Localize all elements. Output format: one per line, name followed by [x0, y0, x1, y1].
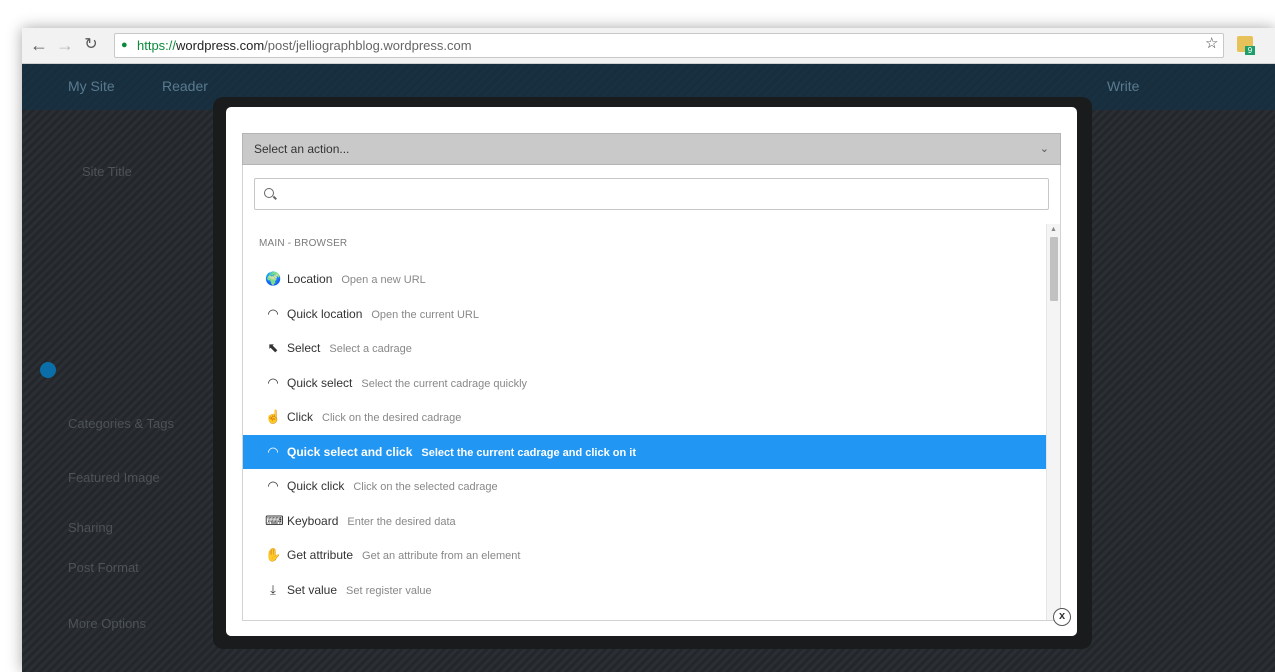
globe-icon: 🌍 — [265, 271, 282, 286]
more-options-item[interactable]: More Options — [68, 616, 146, 631]
address-url: https://wordpress.com/post/jelliographbl… — [137, 34, 472, 57]
action-description: Select the current cadrage and click on … — [421, 446, 636, 459]
featured-image-item[interactable]: Featured Image — [68, 470, 160, 485]
close-button[interactable]: x — [1053, 608, 1071, 626]
search-icon — [264, 188, 274, 198]
action-name: Keyboard — [287, 513, 339, 528]
info-icon — [40, 362, 56, 378]
action-option[interactable]: ☝ Click Click on the desired cadrage — [243, 400, 1046, 434]
lock-icon: ● — [121, 39, 128, 51]
keyboard-icon: ⌨ — [265, 512, 284, 528]
sharing-item[interactable]: Sharing — [68, 520, 113, 535]
action-option[interactable]: ◠ Quick click Click on the selected cadrag… — [243, 469, 1046, 503]
action-name: Quick click — [287, 479, 345, 493]
action-option-text: Get attribute Get an attribute from an el… — [287, 538, 520, 573]
action-option[interactable]: ⬉ Select Select a cadrage — [243, 331, 1046, 365]
action-name: Quick select and click — [287, 444, 413, 459]
chevron-down-icon: ⌄ — [1039, 143, 1049, 155]
action-option-text: Quick click Click on the selected cadrage — [287, 469, 498, 504]
action-option-text: Location Open a new URL — [287, 262, 426, 297]
extension-badge: 9 — [1245, 46, 1255, 55]
action-option-text: Quick select Select the current cadrage q… — [287, 366, 527, 401]
site-title: Site Title — [82, 164, 132, 179]
url-scheme: https:// — [137, 38, 177, 53]
download-icon: ⤓ — [270, 581, 276, 597]
action-description: Enter the desired data — [347, 515, 456, 528]
action-option[interactable]: ⤓ Set value Set register value — [243, 573, 1046, 607]
action-search[interactable] — [254, 178, 1049, 210]
speedometer-icon: ◠ — [267, 443, 279, 459]
action-option-text: Keyboard Enter the desired data — [287, 504, 456, 539]
scrollbar-thumb[interactable] — [1050, 237, 1058, 301]
speedometer-icon: ◠ — [267, 305, 279, 321]
action-description: Click on the desired cadrage — [322, 412, 462, 424]
action-name: Location — [287, 272, 333, 286]
bookmark-star-icon[interactable]: ☆ — [1205, 34, 1218, 52]
browser-window: ← → ↻ ● https://wordpress.com/post/jelli… — [22, 28, 1275, 672]
action-option-text: Quick select and click Select the current… — [287, 435, 636, 470]
action-option-text: Quick location Open the current URL — [287, 297, 479, 332]
scrollbar[interactable]: ▲ — [1046, 224, 1060, 620]
my-site-link[interactable]: My Site — [68, 78, 115, 94]
search-input[interactable] — [281, 183, 1045, 207]
action-option[interactable]: ◠ Quick select and click Select the curren… — [243, 434, 1046, 470]
action-name: Quick location — [287, 306, 363, 321]
cursor-select-icon: ⬉ — [267, 340, 279, 355]
categories-tags-item[interactable]: Categories & Tags — [68, 416, 174, 431]
hand-grab-icon: ✋ — [265, 547, 282, 562]
action-description: Open the current URL — [371, 308, 479, 321]
scroll-up-icon[interactable]: ▲ — [1050, 226, 1057, 233]
action-description: Get an attribute from an element — [362, 550, 521, 562]
url-path: /post/jelliographblog.wordpress.com — [264, 38, 472, 53]
action-option[interactable]: ◠ Quick select Select the current cadrage … — [243, 366, 1046, 400]
action-option-text: Select Select a cadrage — [287, 331, 412, 366]
hand-click-icon: ☝ — [265, 409, 282, 424]
action-description: Open a new URL — [341, 274, 426, 286]
action-description: Click on the selected cadrage — [353, 481, 498, 493]
write-button[interactable]: Write — [1107, 78, 1139, 94]
action-name: Select — [287, 341, 321, 355]
speedometer-icon: ◠ — [267, 478, 279, 493]
action-list: MAIN - BROWSER 🌍 Location Open a new URL ◠ Q… — [243, 224, 1046, 620]
action-option[interactable]: ✋ Get attribute Get an attribute from an e… — [243, 538, 1046, 572]
action-option-text: Click Click on the desired cadrage — [287, 400, 461, 435]
action-picker-modal: Select an action... ⌄ MAIN - BROWSER 🌍 Lo… — [226, 107, 1077, 636]
action-option[interactable]: ◠ Quick location Open the current URL — [243, 297, 1046, 331]
action-option-text: Set value Set register value — [287, 573, 432, 608]
forward-arrow-icon[interactable]: → — [54, 34, 76, 56]
reload-icon[interactable]: ↻ — [80, 34, 102, 56]
action-description: Set register value — [346, 584, 432, 597]
group-label: MAIN - BROWSER — [259, 238, 348, 249]
reader-link[interactable]: Reader — [162, 78, 208, 94]
action-dropdown: MAIN - BROWSER 🌍 Location Open a new URL ◠ Q… — [242, 165, 1061, 621]
action-description: Select the current cadrage quickly — [361, 377, 528, 390]
action-option[interactable]: 🌍 Location Open a new URL — [243, 262, 1046, 296]
action-name: Get attribute — [287, 548, 354, 562]
action-select-placeholder: Select an action... — [254, 142, 350, 156]
back-arrow-icon[interactable]: ← — [28, 34, 50, 56]
action-name: Click — [287, 410, 313, 424]
browser-toolbar: ← → ↻ ● https://wordpress.com/post/jelli… — [22, 28, 1275, 64]
action-description: Select a cadrage — [329, 343, 412, 355]
url-host: wordpress.com — [176, 38, 265, 53]
action-name: Set value — [287, 582, 338, 597]
action-select[interactable]: Select an action... ⌄ — [242, 133, 1061, 165]
action-name: Quick select — [287, 375, 353, 390]
address-bar[interactable]: ● https://wordpress.com/post/jelliograph… — [114, 33, 1224, 58]
speedometer-icon: ◠ — [267, 374, 279, 390]
action-option[interactable]: ⌨ Keyboard Enter the desired data — [243, 504, 1046, 538]
post-format-item[interactable]: Post Format — [68, 560, 139, 575]
